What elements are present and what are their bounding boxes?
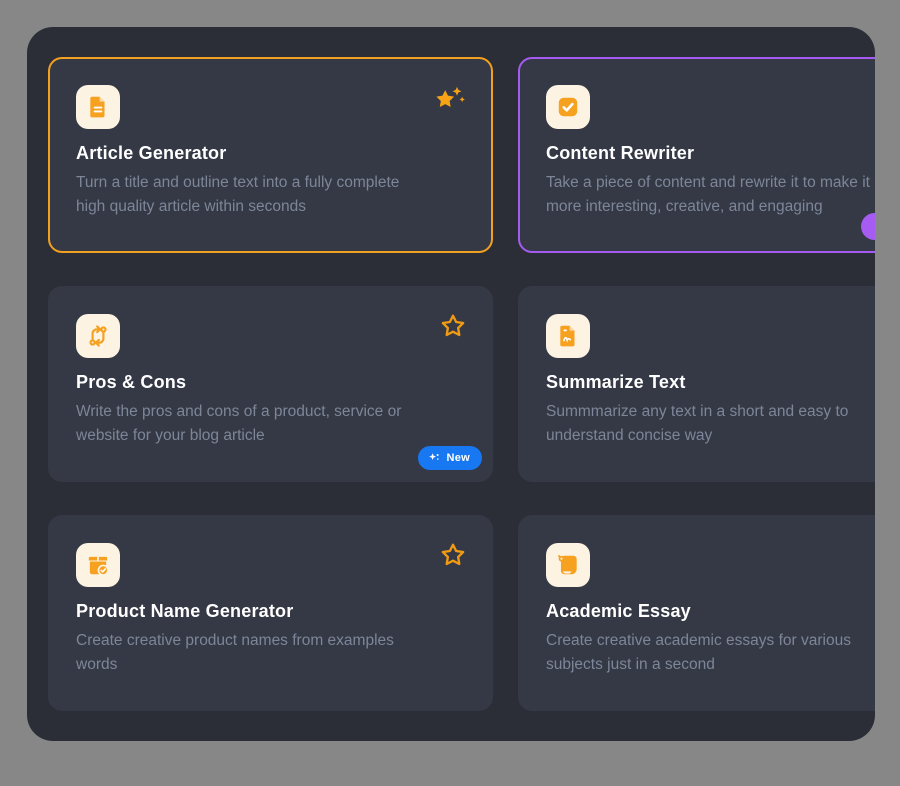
tools-grid: Article Generator Turn a title and outli… — [48, 57, 875, 711]
new-badge-label: New — [446, 452, 470, 464]
scroll-icon — [546, 543, 590, 587]
favorite-star-filled-icon[interactable] — [433, 85, 465, 115]
sparkle-icon — [428, 452, 440, 464]
card-description: Take a piece of content and rewrite it t… — [546, 171, 875, 219]
card-title: Product Name Generator — [76, 601, 465, 622]
tools-panel: Article Generator Turn a title and outli… — [27, 27, 875, 741]
card-description: Create creative product names from examp… — [76, 629, 465, 677]
card-product-name-generator[interactable]: Product Name Generator Create creative p… — [48, 515, 493, 711]
card-title: Academic Essay — [546, 601, 875, 622]
card-summarize-text[interactable]: Summarize Text Summmarize any text in a … — [518, 286, 875, 482]
favorite-star-outline-icon[interactable] — [435, 312, 467, 342]
checkbox-icon — [546, 85, 590, 129]
favorite-star-outline-icon[interactable] — [435, 541, 467, 571]
swap-arrows-icon — [76, 314, 120, 358]
card-description: Create creative academic essays for vari… — [546, 629, 875, 677]
card-article-generator[interactable]: Article Generator Turn a title and outli… — [48, 57, 493, 253]
card-description: Turn a title and outline text into a ful… — [76, 171, 465, 219]
summary-document-icon — [546, 314, 590, 358]
card-description: Write the pros and cons of a product, se… — [76, 400, 465, 448]
card-title: Article Generator — [76, 143, 465, 164]
card-content-rewriter[interactable]: Content Rewriter Take a piece of content… — [518, 57, 875, 253]
product-box-icon — [76, 543, 120, 587]
article-document-icon — [76, 85, 120, 129]
card-title: Summarize Text — [546, 372, 875, 393]
card-academic-essay[interactable]: Academic Essay Create creative academic … — [518, 515, 875, 711]
purple-circle-button[interactable] — [861, 213, 875, 240]
card-description: Summmarize any text in a short and easy … — [546, 400, 875, 448]
new-badge: New — [418, 446, 482, 470]
card-pros-and-cons[interactable]: Pros & Cons Write the pros and cons of a… — [48, 286, 493, 482]
card-title: Pros & Cons — [76, 372, 465, 393]
card-title: Content Rewriter — [546, 143, 875, 164]
